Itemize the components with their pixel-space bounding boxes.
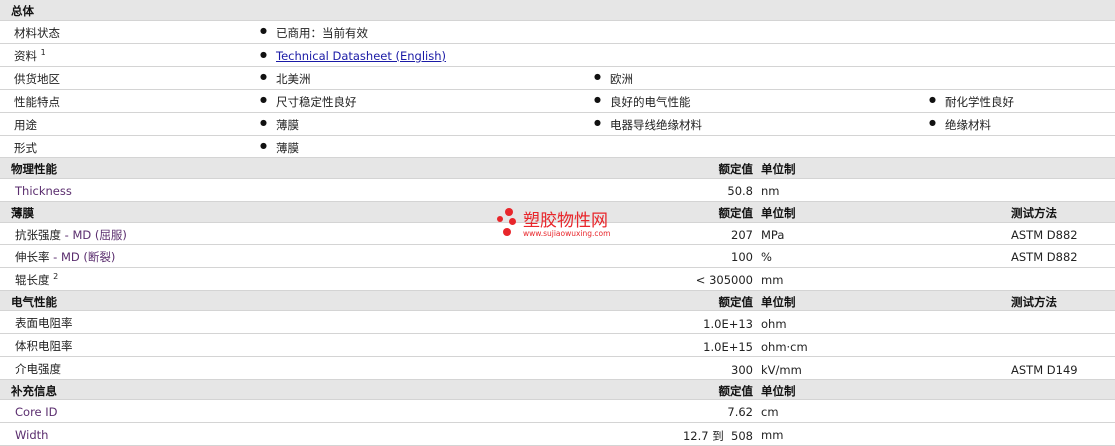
property-value: 1.0E+15 [703, 340, 753, 354]
property-unit: mm [761, 273, 784, 287]
row-form: 形式 薄膜 [0, 136, 1115, 158]
property-value: < 305000 [695, 273, 753, 287]
property-label: Width [15, 428, 49, 442]
row-surface-resistivity: 表面电阻率 1.0E+13 ohm [0, 311, 1115, 334]
property-unit: kV/mm [761, 363, 802, 377]
section-title: 总体 [11, 4, 34, 18]
row-core-id: Core ID 7.62 cm [0, 400, 1115, 423]
property-label: 辊长度 2 [15, 272, 59, 287]
property-unit: MPa [761, 228, 785, 242]
test-method: ASTM D882 [1011, 228, 1078, 242]
datasheet-link[interactable]: Technical Datasheet (English) [260, 49, 446, 63]
row-elongation: 伸长率 - MD (断裂) 100 % ASTM D882 [0, 245, 1115, 268]
nominal-header: 额定值 [718, 384, 754, 398]
property-value: 100 [731, 250, 753, 264]
nominal-header: 额定值 [718, 162, 754, 176]
section-header-electrical: 电气性能 额定值 单位制 测试方法 [0, 291, 1115, 311]
property-unit: cm [761, 405, 779, 419]
method-header: 测试方法 [1011, 295, 1057, 309]
property-label: Core ID [15, 405, 58, 419]
property-unit: nm [761, 184, 780, 198]
nominal-header: 额定值 [718, 295, 754, 309]
unit-header: 单位制 [761, 162, 796, 176]
property-label: 材料状态 [14, 26, 60, 40]
property-label: 形式 [14, 141, 37, 155]
property-value: 50.8 [727, 184, 753, 198]
property-value: 207 [731, 228, 753, 242]
watermark-title: 塑胶物性网 [523, 211, 608, 231]
method-header: 测试方法 [1011, 206, 1057, 220]
watermark-dot-icon [497, 216, 503, 222]
test-method: ASTM D149 [1011, 363, 1078, 377]
nominal-header: 额定值 [718, 206, 754, 220]
watermark-dot-icon [503, 228, 511, 236]
row-volume-resistivity: 体积电阻率 1.0E+15 ohm·cm [0, 334, 1115, 357]
property-value: 绝缘材料 [929, 117, 991, 133]
row-region: 供货地区 北美洲 欧洲 [0, 67, 1115, 90]
property-label: 伸长率 - MD (断裂) [15, 250, 116, 264]
row-roll-length: 辊长度 2 < 305000 mm [0, 268, 1115, 291]
row-thickness: Thickness 50.8 nm [0, 179, 1115, 202]
property-value: 已商用：当前有效 [260, 25, 368, 41]
property-unit: mm [761, 428, 784, 442]
property-label: 性能特点 [14, 95, 60, 109]
property-value: 北美洲 [260, 71, 310, 87]
section-header-physical: 物理性能 额定值 单位制 [0, 158, 1115, 179]
test-method: ASTM D882 [1011, 250, 1078, 264]
section-header-general: 总体 [0, 0, 1115, 21]
property-value: 薄膜 [260, 140, 299, 156]
property-label: 介电强度 [15, 362, 61, 376]
property-unit: ohm [761, 317, 787, 331]
property-label: 表面电阻率 [15, 316, 73, 330]
property-value: 欧洲 [594, 71, 633, 87]
property-value: 薄膜 [260, 117, 299, 133]
row-material-status: 材料状态 已商用：当前有效 [0, 21, 1115, 44]
property-label: 供货地区 [14, 72, 60, 86]
property-unit: ohm·cm [761, 340, 808, 354]
row-uses: 用途 薄膜 电器导线绝缘材料 绝缘材料 [0, 113, 1115, 136]
property-label: 资料 1 [14, 48, 46, 63]
unit-header: 单位制 [761, 295, 796, 309]
section-title: 补充信息 [11, 384, 57, 398]
property-value: 7.62 [727, 405, 753, 419]
property-value: 12.7 到 508 [682, 429, 753, 443]
property-label: 用途 [14, 118, 37, 132]
property-value: 尺寸稳定性良好 [260, 94, 356, 110]
property-value: 良好的电气性能 [594, 94, 690, 110]
section-title: 物理性能 [11, 162, 57, 176]
property-label: 抗张强度 - MD (屈服) [15, 228, 127, 242]
section-header-supplement: 补充信息 额定值 单位制 [0, 380, 1115, 400]
section-title: 薄膜 [11, 206, 34, 220]
section-title: 电气性能 [11, 295, 57, 309]
property-value: 耐化学性良好 [929, 94, 1014, 110]
unit-header: 单位制 [761, 206, 796, 220]
row-dielectric-strength: 介电强度 300 kV/mm ASTM D149 [0, 357, 1115, 380]
watermark-dot-icon [505, 208, 513, 216]
property-unit: % [761, 250, 772, 264]
property-label: 体积电阻率 [15, 339, 73, 353]
row-width: Width 12.7 到 508 mm [0, 423, 1115, 446]
property-value: 300 [731, 363, 753, 377]
property-value: 1.0E+13 [703, 317, 753, 331]
watermark-dot-icon [509, 218, 516, 225]
row-features: 性能特点 尺寸稳定性良好 良好的电气性能 耐化学性良好 [0, 90, 1115, 113]
property-label: Thickness [15, 184, 72, 198]
property-value: 电器导线绝缘材料 [594, 117, 702, 133]
unit-header: 单位制 [761, 384, 796, 398]
row-documents: 资料 1 Technical Datasheet (English) [0, 44, 1115, 67]
watermark: 塑胶物性网 www.sujiaowuxing.com [497, 206, 627, 242]
watermark-url: www.sujiaowuxing.com [523, 229, 611, 238]
